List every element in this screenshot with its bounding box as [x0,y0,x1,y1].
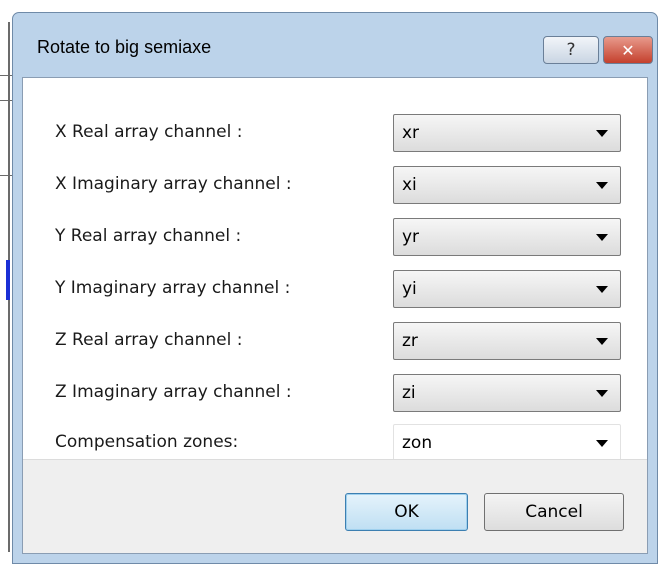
z-imag-channel-select[interactable]: zi [393,374,621,412]
chevron-down-icon [596,234,608,241]
compensation-zones-select[interactable]: zon [393,424,621,462]
field-row-y-imag: Y Imaginary array channel : yi [23,268,647,308]
field-row-z-real: Z Real array channel : zr [23,320,647,360]
background-divider [0,75,12,76]
field-row-compensation: Compensation zones: zon [23,422,647,462]
x-imag-label: X Imaginary array channel : [55,174,292,194]
y-imag-label: Y Imaginary array channel : [55,278,291,298]
chevron-down-icon [596,130,608,137]
z-imag-channel-value: zi [402,383,416,403]
z-imag-label: Z Imaginary array channel : [55,382,292,402]
x-real-channel-value: xr [402,123,420,143]
background-divider [0,100,12,101]
y-real-channel-value: yr [402,227,420,247]
background-selection-marker [6,260,10,300]
field-row-y-real: Y Real array channel : yr [23,216,647,256]
ok-button[interactable]: OK [345,493,468,531]
y-imag-channel-value: yi [402,279,417,299]
x-real-channel-select[interactable]: xr [393,114,621,152]
x-imag-channel-value: xi [402,175,417,195]
chevron-down-icon [596,338,608,345]
close-button[interactable]: ✕ [603,36,653,64]
background-divider [0,175,12,176]
dialog-content: X Real array channel : xr X Imaginary ar… [22,77,648,554]
z-real-channel-select[interactable]: zr [393,322,621,360]
field-row-z-imag: Z Imaginary array channel : zi [23,372,647,412]
help-button[interactable]: ? [543,36,599,64]
chevron-down-icon [596,390,608,397]
compensation-zones-value: zon [402,433,433,453]
field-row-x-imag: X Imaginary array channel : xi [23,164,647,204]
chevron-down-icon [596,182,608,189]
y-real-label: Y Real array channel : [55,226,242,246]
help-icon: ? [566,40,576,60]
y-real-channel-select[interactable]: yr [393,218,621,256]
x-real-label: X Real array channel : [55,122,243,142]
button-bar: OK Cancel [23,459,647,553]
dialog-title: Rotate to big semiaxe [37,37,212,57]
y-imag-channel-select[interactable]: yi [393,270,621,308]
chevron-down-icon [596,286,608,293]
chevron-down-icon [596,440,608,447]
cancel-button[interactable]: Cancel [484,493,624,531]
z-real-channel-value: zr [402,331,418,351]
x-imag-channel-select[interactable]: xi [393,166,621,204]
z-real-label: Z Real array channel : [55,330,243,350]
close-icon: ✕ [621,40,635,60]
rotate-dialog: Rotate to big semiaxe ? ✕ X Real array c… [12,12,658,564]
field-row-x-real: X Real array channel : xr [23,112,647,152]
compensation-zones-label: Compensation zones: [55,432,239,452]
